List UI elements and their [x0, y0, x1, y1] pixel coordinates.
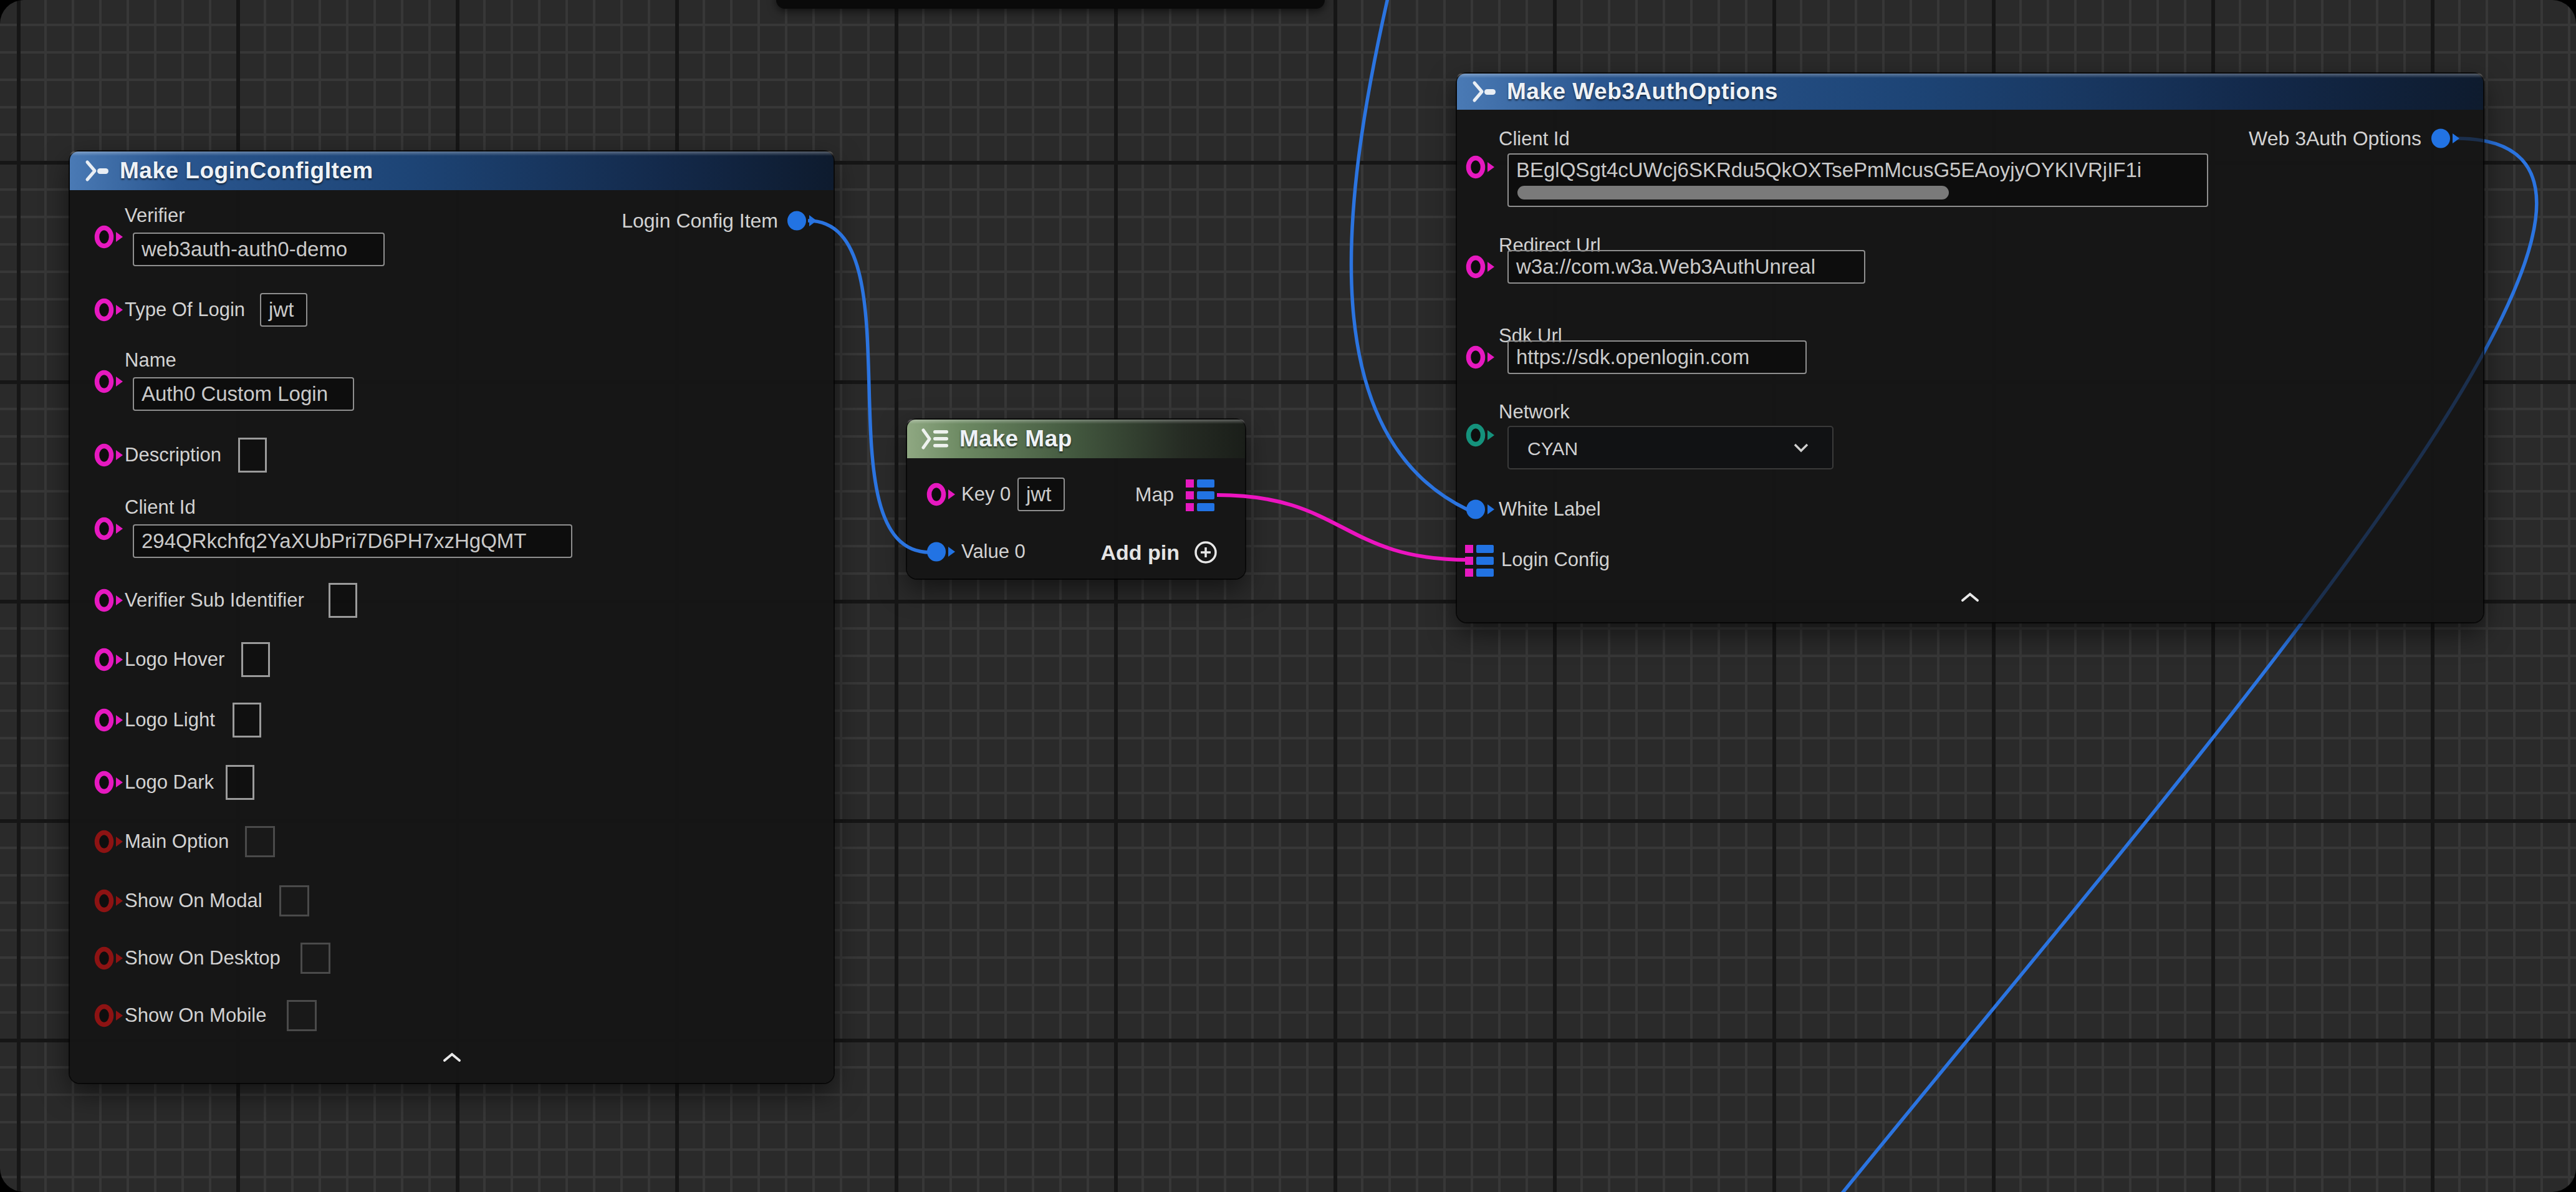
output-pin-label: Web 3Auth Options — [2249, 127, 2421, 150]
pin-name[interactable] — [93, 368, 127, 395]
node-header-make-loginconfigitem[interactable]: Make LoginConfigItem — [70, 151, 834, 190]
pin-label-key-0: Key 0 — [961, 483, 1011, 506]
pin-logo-hover[interactable] — [93, 646, 127, 673]
checkbox-logo-dark[interactable] — [226, 765, 254, 800]
pin-client-id[interactable] — [1464, 153, 1498, 181]
offscreen-node-edge — [776, 0, 1325, 9]
checkbox-verifier-sub-identifier[interactable] — [329, 583, 357, 618]
checkbox-main-option[interactable] — [245, 826, 275, 857]
field-client-id-scrollbar[interactable] — [1517, 186, 1949, 199]
pin-redirect-url[interactable] — [1464, 253, 1498, 281]
pin-label-white-label: White Label — [1499, 498, 1601, 521]
field-redirect-url[interactable]: w3a://com.w3a.Web3AuthUnreal — [1507, 250, 1865, 284]
node-header-make-web3authoptions[interactable]: Make Web3AuthOptions — [1457, 74, 2483, 110]
field-verifier[interactable]: web3auth-auth0-demo — [133, 233, 385, 266]
blueprint-graph-canvas[interactable]: Make LoginConfigItem Login Config Item V… — [0, 0, 2576, 1192]
network-dropdown-value: CYAN — [1527, 438, 1578, 459]
pin-white-label[interactable] — [1464, 496, 1498, 523]
checkbox-show-on-mobile[interactable] — [287, 1000, 317, 1031]
collapse-chevron-icon[interactable] — [443, 1052, 461, 1062]
checkbox-show-on-desktop[interactable] — [300, 943, 330, 974]
pin-label-name: Name — [125, 349, 176, 372]
pin-label-show-on-modal: Show On Modal — [125, 890, 262, 912]
pin-client-id[interactable] — [93, 515, 127, 542]
pin-label-client-id: Client Id — [125, 496, 196, 519]
node-title: Make Map — [959, 426, 1072, 452]
node-make-map[interactable]: Make Map Key 0 jwt Map Value 0 Add pin — [907, 420, 1245, 579]
pin-logo-dark[interactable] — [93, 769, 127, 796]
checkbox-show-on-modal[interactable] — [279, 885, 309, 916]
add-pin-icon[interactable] — [1193, 539, 1219, 565]
pin-network[interactable] — [1464, 421, 1498, 449]
output-pin-web3auth-options[interactable] — [2429, 125, 2463, 152]
pin-show-on-modal[interactable] — [93, 887, 127, 915]
collapse-chevron-icon[interactable] — [1961, 592, 1979, 602]
pin-label-description: Description — [125, 444, 221, 466]
make-map-icon — [920, 426, 951, 451]
pin-main-option[interactable] — [93, 828, 127, 855]
field-client-id[interactable]: 294QRkchfq2YaXUbPri7D6PH7xzHgQMT — [133, 524, 572, 558]
add-pin-label: Add pin — [1100, 541, 1180, 565]
output-pin-label-map: Map — [1135, 483, 1174, 506]
pin-label-network: Network — [1499, 401, 1570, 423]
pin-label-login-config: Login Config — [1501, 549, 1610, 571]
pin-label-logo-dark: Logo Dark — [125, 771, 214, 794]
node-title: Make Web3AuthOptions — [1507, 79, 1778, 105]
network-dropdown[interactable]: CYAN — [1507, 426, 1833, 469]
checkbox-logo-light[interactable] — [233, 703, 261, 738]
field-client-id[interactable]: BEglQSgt4cUWcj6SKRdu5QkOXTsePmMcusG5EAoy… — [1507, 153, 2208, 207]
pin-verifier-sub-identifier[interactable] — [93, 587, 127, 614]
make-struct-icon — [1469, 79, 1498, 104]
output-pin-label: Login Config Item — [622, 209, 778, 232]
make-struct-icon — [82, 158, 111, 183]
pin-key-0[interactable] — [925, 481, 959, 508]
output-pin-map[interactable] — [1185, 478, 1216, 512]
pin-label-verifier-sub-identifier: Verifier Sub Identifier — [125, 589, 304, 612]
pin-value-0[interactable] — [925, 538, 959, 565]
field-key-0[interactable]: jwt — [1017, 478, 1065, 511]
pin-type-of-login[interactable] — [93, 296, 127, 324]
pin-label-show-on-desktop: Show On Desktop — [125, 947, 281, 969]
pin-label-show-on-mobile: Show On Mobile — [125, 1004, 266, 1027]
node-title: Make LoginConfigItem — [120, 158, 373, 184]
pin-label-main-option: Main Option — [125, 830, 229, 853]
pin-verifier[interactable] — [93, 223, 127, 251]
pin-show-on-desktop[interactable] — [93, 944, 127, 972]
pin-label-type-of-login: Type Of Login — [125, 299, 245, 321]
chevron-down-icon — [1792, 442, 1810, 453]
field-client-id-text: BEglQSgt4cUWcj6SKRdu5QkOXTsePmMcusG5EAoy… — [1516, 158, 2141, 181]
node-make-loginconfigitem[interactable]: Make LoginConfigItem Login Config Item V… — [70, 151, 834, 1083]
pin-label-value-0: Value 0 — [961, 541, 1026, 563]
pin-login-config[interactable] — [1464, 544, 1495, 577]
output-pin-login-config-item[interactable] — [786, 207, 819, 234]
pin-description[interactable] — [93, 441, 127, 469]
pin-sdk-url[interactable] — [1464, 344, 1498, 371]
checkbox-description[interactable] — [238, 438, 267, 473]
field-sdk-url[interactable]: https://sdk.openlogin.com — [1507, 340, 1807, 374]
checkbox-logo-hover[interactable] — [241, 642, 270, 677]
node-make-web3authoptions[interactable]: Make Web3AuthOptions Web 3Auth Options C… — [1457, 74, 2483, 622]
field-type-of-login[interactable]: jwt — [260, 293, 307, 327]
field-name[interactable]: Auth0 Custom Login — [133, 377, 354, 411]
pin-show-on-mobile[interactable] — [93, 1002, 127, 1029]
pin-label-verifier: Verifier — [125, 204, 185, 227]
pin-logo-light[interactable] — [93, 706, 127, 734]
pin-label-logo-hover: Logo Hover — [125, 648, 224, 671]
pin-label-client-id: Client Id — [1499, 128, 1570, 150]
node-header-make-map[interactable]: Make Map — [907, 420, 1245, 458]
pin-label-logo-light: Logo Light — [125, 709, 215, 731]
